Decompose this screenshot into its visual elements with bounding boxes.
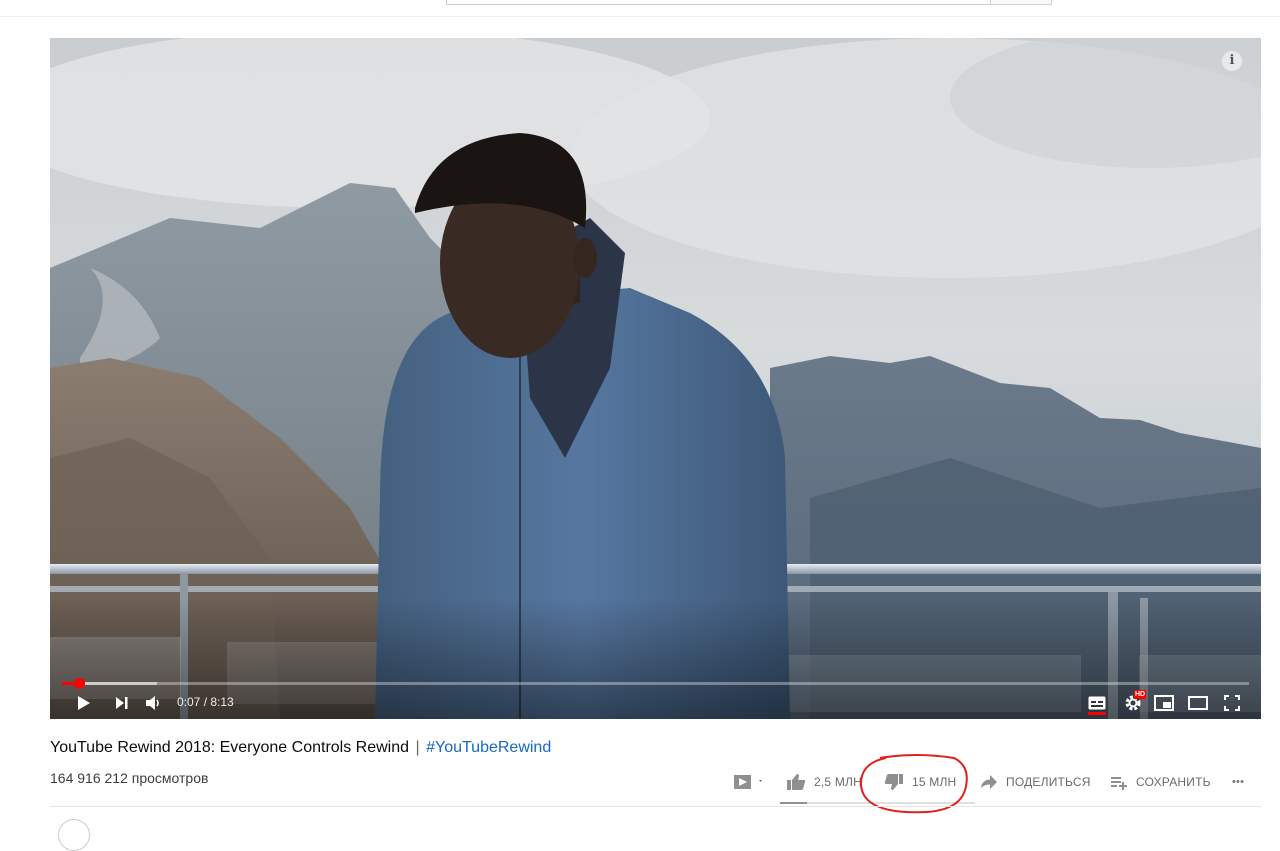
search-button[interactable] <box>990 0 1052 5</box>
sentiment-bar <box>780 802 975 804</box>
video-title-text: YouTube Rewind 2018: Everyone Controls R… <box>50 739 410 756</box>
save-button[interactable]: СОХРАНИТЬ <box>1110 770 1211 794</box>
sentiment-bar-likes <box>780 802 808 804</box>
share-label: ПОДЕЛИТЬСЯ <box>1006 775 1091 789</box>
play-button[interactable] <box>72 690 96 716</box>
volume-button[interactable] <box>142 690 166 716</box>
more-button[interactable]: ••• <box>1232 770 1244 794</box>
more-icon: ••• <box>1232 776 1245 788</box>
like-count: 2,5 МЛН <box>814 775 862 789</box>
theater-icon <box>1188 696 1208 710</box>
miniplayer-icon <box>1154 695 1174 711</box>
video-title: YouTube Rewind 2018: Everyone Controls R… <box>50 739 551 757</box>
like-button[interactable]: 2,5 МЛН <box>786 770 862 794</box>
playlist-add-icon <box>1111 777 1127 790</box>
video-player[interactable]: i 0:07 / 8:13 HD <box>50 38 1261 719</box>
fullscreen-button[interactable] <box>1220 690 1244 716</box>
thumbs-up-icon <box>787 774 806 790</box>
progress-bar[interactable] <box>62 678 1249 689</box>
subtitles-icon <box>1088 696 1106 710</box>
addto-icon <box>734 775 762 789</box>
divider <box>50 806 1261 807</box>
hd-badge: HD <box>1134 690 1147 699</box>
play-icon <box>78 696 90 710</box>
player-controls: 0:07 / 8:13 HD <box>50 690 1261 716</box>
subtitles-active-indicator <box>1088 712 1106 715</box>
dislike-count: 15 МЛН <box>912 775 957 789</box>
volume-icon <box>146 696 159 710</box>
hashtag-link[interactable]: #YouTubeRewind <box>426 739 551 756</box>
time-display: 0:07 / 8:13 <box>177 695 234 709</box>
dislike-button[interactable]: 15 МЛН <box>884 770 956 794</box>
share-button[interactable]: ПОДЕЛИТЬСЯ <box>980 770 1091 794</box>
fullscreen-icon <box>1224 695 1240 711</box>
progress-scrubber[interactable] <box>73 678 85 689</box>
title-separator: | <box>415 739 420 756</box>
settings-button[interactable]: HD <box>1120 690 1147 716</box>
subtitles-button[interactable] <box>1085 690 1109 716</box>
addto-button[interactable] <box>733 770 763 794</box>
search-input[interactable] <box>446 0 992 5</box>
masthead <box>0 0 1280 17</box>
video-frame <box>50 38 1261 719</box>
avatar[interactable] <box>58 819 90 851</box>
theater-button[interactable] <box>1186 690 1210 716</box>
action-bar: 2,5 МЛН 15 МЛН ПОДЕЛИТЬСЯ СОХРАНИТЬ ••• <box>0 770 1280 794</box>
save-label: СОХРАНИТЬ <box>1136 775 1211 789</box>
miniplayer-button[interactable] <box>1152 690 1176 716</box>
share-icon <box>981 775 997 789</box>
thumbs-down-icon <box>884 774 903 790</box>
next-button[interactable] <box>110 690 134 716</box>
next-icon <box>116 697 128 709</box>
info-icon[interactable]: i <box>1222 51 1242 71</box>
